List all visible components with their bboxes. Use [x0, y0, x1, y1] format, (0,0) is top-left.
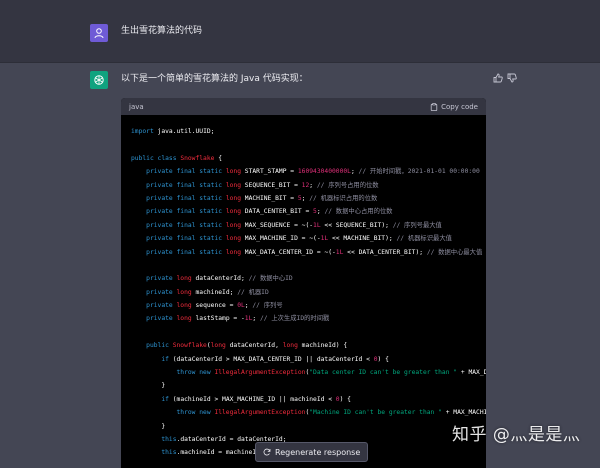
- code-line: public Snowflake(long dataCenterId, long…: [146, 342, 348, 350]
- openai-logo-icon: [94, 75, 104, 85]
- code-line: throw new IllegalArgumentException("Mach…: [176, 409, 487, 417]
- assistant-intro-text: 以下是一个简单的雪花算法的 Java 代码实现：: [121, 74, 308, 84]
- code-line: private final static long START_STAMP = …: [146, 168, 480, 176]
- code-header: java Copy code: [121, 98, 486, 115]
- copy-code-label: Copy code: [441, 102, 478, 111]
- regenerate-label: Regenerate response: [275, 447, 361, 457]
- code-line: if (machineId > MAX_MACHINE_ID || machin…: [161, 395, 351, 403]
- code-line: }: [131, 382, 166, 390]
- regenerate-response-button[interactable]: Regenerate response: [255, 442, 369, 462]
- code-line: private long sequence = 0L; // 序列号: [146, 302, 283, 310]
- refresh-icon: [263, 448, 271, 456]
- code-language-label: java: [129, 102, 144, 111]
- code-body: import java.util.UUID; public class Snowf…: [121, 115, 486, 460]
- code-line: private final static long MAX_MACHINE_ID…: [146, 235, 452, 243]
- code-line: private final static long MACHINE_BIT = …: [146, 194, 378, 202]
- thumbs-up-icon: [493, 73, 503, 83]
- user-icon: [94, 28, 104, 39]
- thumbs-up-button[interactable]: [492, 72, 504, 84]
- code-line: private final static long SEQUENCE_BIT =…: [146, 181, 379, 189]
- code-line: private long machineId; // 机器ID: [146, 288, 269, 296]
- thumbs-down-button[interactable]: [506, 72, 518, 84]
- thumbs-down-icon: [507, 73, 517, 83]
- code-line: private final static long MAX_SEQUENCE =…: [146, 221, 442, 229]
- code-line: private long dataCenterId; // 数据中心ID: [146, 275, 293, 283]
- assistant-avatar: [90, 71, 108, 89]
- code-line: throw new IllegalArgumentException("Data…: [176, 369, 487, 377]
- user-message-text: 生出雪花算法的代码: [121, 26, 203, 36]
- code-line: private final static long MAX_DATA_CENTE…: [146, 248, 483, 256]
- code-line: public class Snowflake {: [131, 154, 223, 162]
- copy-code-button[interactable]: Copy code: [430, 103, 478, 111]
- code-block: java Copy code import java.util.UUID; pub…: [121, 98, 486, 468]
- user-message-row: 生出雪花算法的代码: [0, 0, 600, 63]
- code-line: }: [131, 422, 166, 430]
- clipboard-icon: [430, 102, 438, 111]
- code-line: import java.util.UUID;: [131, 128, 215, 135]
- code-line: private final static long DATA_CENTER_BI…: [146, 208, 393, 216]
- code-line: private long lastStamp = -1L; // 上次生成ID的…: [146, 315, 330, 323]
- zhihu-watermark: 知乎 @灬是是灬: [452, 425, 581, 445]
- user-avatar: [90, 24, 108, 42]
- code-line: if (dataCenterId > MAX_DATA_CENTER_ID ||…: [161, 355, 389, 363]
